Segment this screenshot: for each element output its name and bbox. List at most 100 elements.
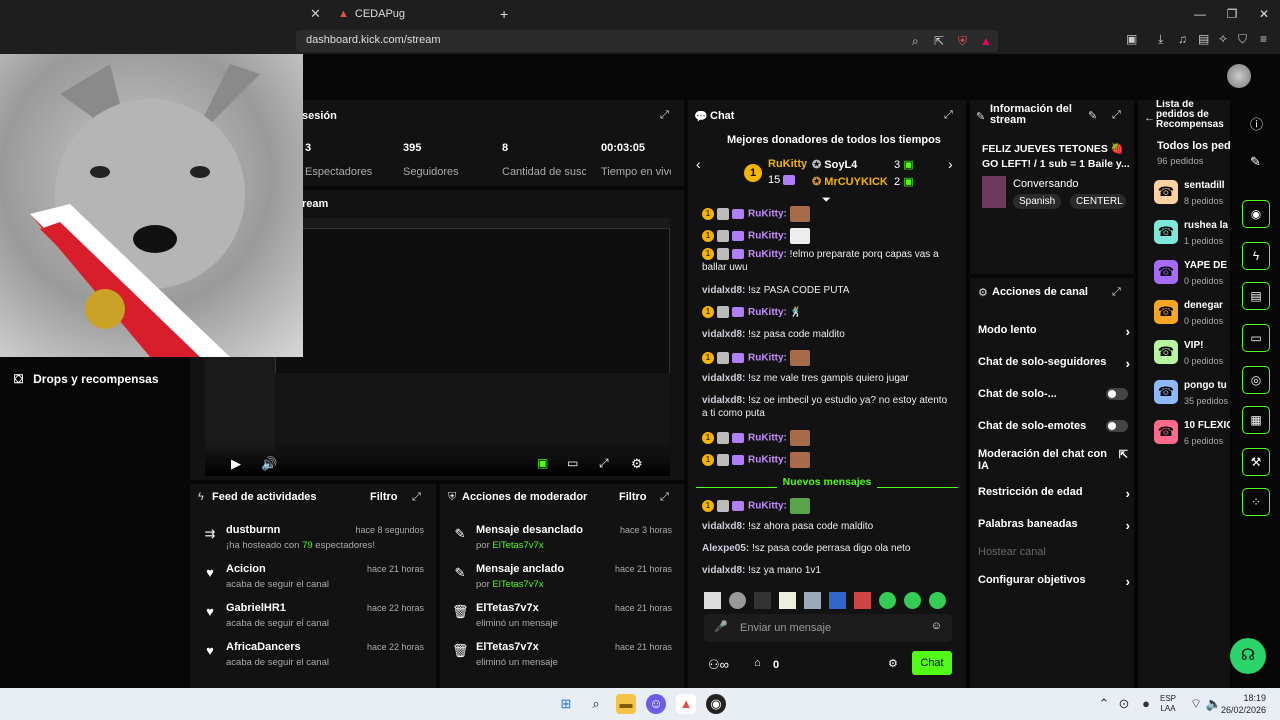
minimize-button[interactable]: — xyxy=(1184,0,1216,28)
windows-start-icon[interactable]: ⊞ xyxy=(556,694,576,714)
vpn-icon[interactable]: ⛉ xyxy=(1238,32,1247,47)
expand-icon[interactable]: ⤢ xyxy=(412,491,421,504)
settings-icon[interactable]: ⚙ xyxy=(631,456,643,472)
mod-user-link[interactable]: ElTetas7v7x xyxy=(492,579,543,590)
expand-icon[interactable]: ⤢ xyxy=(944,109,953,122)
donor-name[interactable]: ✪ SoyL4 xyxy=(812,158,857,171)
chat-username[interactable]: RuKitty: xyxy=(748,353,787,364)
leo-icon[interactable]: ✧ xyxy=(1218,32,1228,46)
emote-icon[interactable] xyxy=(704,592,721,609)
wallet-icon[interactable]: ▤ xyxy=(1198,32,1209,46)
close-window-button[interactable]: ✕ xyxy=(1248,0,1280,28)
obs-icon[interactable]: ◉ xyxy=(706,694,726,714)
tag-chip[interactable]: Spanish xyxy=(1013,194,1062,209)
chat-username[interactable]: RuKitty: xyxy=(748,231,787,242)
goals-button[interactable]: Configurar objetivos › xyxy=(978,574,1130,604)
new-messages-divider[interactable]: Nuevos mensajes xyxy=(696,476,958,488)
reward-item[interactable]: ☎ rushea la 1 pedidos xyxy=(1154,216,1230,252)
drops-rewards-nav[interactable]: ⛋ Drops y recompensas xyxy=(14,372,159,387)
network-widget-button[interactable]: ⁘ xyxy=(1242,488,1270,516)
play-icon[interactable]: ▶ xyxy=(231,456,241,472)
chat-username[interactable]: RuKitty: xyxy=(748,249,787,260)
chat-username[interactable]: vidalxd8: xyxy=(702,565,745,576)
maximize-button[interactable]: ❐ xyxy=(1216,0,1248,28)
menu-icon[interactable]: ≡ xyxy=(1260,32,1267,46)
mod-action-name[interactable]: ElTetas7v7x xyxy=(476,641,539,653)
wifi-icon[interactable]: ⌔ xyxy=(1186,694,1206,714)
support-button[interactable]: ☊ xyxy=(1230,638,1266,674)
tray-icon[interactable]: ⊙ xyxy=(1114,694,1134,714)
volume-icon[interactable]: 🔊 xyxy=(261,456,277,472)
theater-icon[interactable]: ▭ xyxy=(567,456,578,470)
donor-name[interactable]: RuKitty xyxy=(768,158,807,170)
emote-icon[interactable] xyxy=(854,592,871,609)
new-tab-button[interactable]: + xyxy=(500,4,508,24)
chat-username[interactable]: vidalxd8: xyxy=(702,395,745,406)
chat-username[interactable]: RuKitty: xyxy=(748,209,787,220)
tab-close-button[interactable]: ✕ xyxy=(310,4,321,24)
chat-input-box[interactable]: 🎤 Enviar un mensaje ☺ xyxy=(704,614,952,642)
emote-icon[interactable] xyxy=(754,592,771,609)
url-box[interactable]: dashboard.kick.com/stream ⌕ ⇱ ⛨ ▲ xyxy=(296,30,998,52)
expand-icon[interactable]: ⤢ xyxy=(660,491,669,504)
chat-username[interactable]: RuKitty: xyxy=(748,501,787,512)
reward-item[interactable]: ☎ 10 FLEXIO 6 pedidos xyxy=(1154,416,1230,452)
activity-user[interactable]: dustburnn xyxy=(226,524,280,536)
search-icon[interactable]: ⌕ xyxy=(586,694,606,714)
discord-icon[interactable]: ☺ xyxy=(646,694,666,714)
expand-icon[interactable]: ⤢ xyxy=(660,109,669,122)
banned-words-button[interactable]: Palabras baneadas › xyxy=(978,518,1130,548)
url-text[interactable]: dashboard.kick.com/stream xyxy=(306,34,441,46)
emote-icon[interactable] xyxy=(904,592,921,609)
expand-icon[interactable]: ⤢ xyxy=(1112,109,1121,122)
music-icon[interactable]: ♫ xyxy=(1178,32,1187,46)
mod-filter-button[interactable]: Filtro xyxy=(619,491,647,503)
brave-rewards-icon[interactable]: ▲ xyxy=(980,34,992,48)
emote-icon[interactable] xyxy=(779,592,796,609)
document-widget-button[interactable]: ▤ xyxy=(1242,282,1270,310)
clip-icon[interactable]: ▣ xyxy=(537,456,548,470)
all-rewards-label[interactable]: Todos los pedi xyxy=(1157,140,1230,152)
slow-mode-button[interactable]: Modo lento › xyxy=(978,324,1130,354)
chat-username[interactable]: vidalxd8: xyxy=(702,521,745,532)
chat-username[interactable]: RuKitty: xyxy=(748,433,787,444)
fullscreen-icon[interactable]: ⤢ xyxy=(599,456,609,471)
activity-user[interactable]: AfricaDancers xyxy=(226,641,301,653)
reward-item[interactable]: ☎ YAPE DE 0 pedidos xyxy=(1154,256,1230,292)
ai-moderation-button[interactable]: Moderación del chat con IA ⇱ xyxy=(978,448,1128,478)
emote-icon[interactable] xyxy=(729,592,746,609)
brave-icon[interactable]: ▲ xyxy=(676,694,696,714)
clock[interactable]: 18:19 26/02/2026 xyxy=(1221,692,1266,716)
send-chat-button[interactable]: Chat xyxy=(912,651,952,675)
zoom-icon[interactable]: ⌕ xyxy=(912,34,919,49)
toggle-switch[interactable] xyxy=(1106,420,1128,432)
chat-username[interactable]: RuKitty: xyxy=(748,307,787,318)
chat-username[interactable]: Alexpe05: xyxy=(702,543,749,554)
file-explorer-icon[interactable]: ▬ xyxy=(616,694,636,714)
info-icon[interactable]: ⓘ xyxy=(1250,114,1263,133)
browser-tab[interactable]: ▲ CEDAPug xyxy=(338,4,405,24)
share-icon[interactable]: ⇱ xyxy=(934,34,944,48)
reward-item[interactable]: ☎ denegar 0 pedidos xyxy=(1154,296,1230,332)
prev-arrow-icon[interactable]: ‹ xyxy=(696,156,701,172)
mod-user-link[interactable]: ElTetas7v7x xyxy=(492,540,543,551)
followers-only-button[interactable]: Chat de solo-seguidores › xyxy=(978,356,1130,386)
emote-icon[interactable] xyxy=(829,592,846,609)
activity-user[interactable]: GabrielHR1 xyxy=(226,602,286,614)
emotes-only-toggle[interactable]: Chat de solo-emotes xyxy=(978,420,1130,450)
pencil-icon[interactable]: ✎ xyxy=(1250,154,1261,170)
emote-icon[interactable] xyxy=(929,592,946,609)
chat-settings-icon[interactable]: ⚙ xyxy=(888,657,898,670)
download-icon[interactable]: ⤓ xyxy=(1158,32,1163,47)
emoji-icon[interactable]: ☺ xyxy=(931,620,942,632)
camera-widget-button[interactable]: ◉ xyxy=(1242,200,1270,228)
user-avatar[interactable] xyxy=(1227,64,1251,88)
age-restriction-button[interactable]: Restricción de edad › xyxy=(978,486,1130,516)
chat-input-placeholder[interactable]: Enviar un mensaje xyxy=(740,622,831,634)
toggle-switch[interactable] xyxy=(1106,388,1128,400)
emote-icon[interactable] xyxy=(879,592,896,609)
reward-item[interactable]: ☎ sentadill 8 pedidos xyxy=(1154,176,1230,212)
language-indicator[interactable]: ESP LAA xyxy=(1160,694,1176,714)
activity-filter-button[interactable]: Filtro xyxy=(370,491,398,503)
activity-user[interactable]: Acicion xyxy=(226,563,266,575)
